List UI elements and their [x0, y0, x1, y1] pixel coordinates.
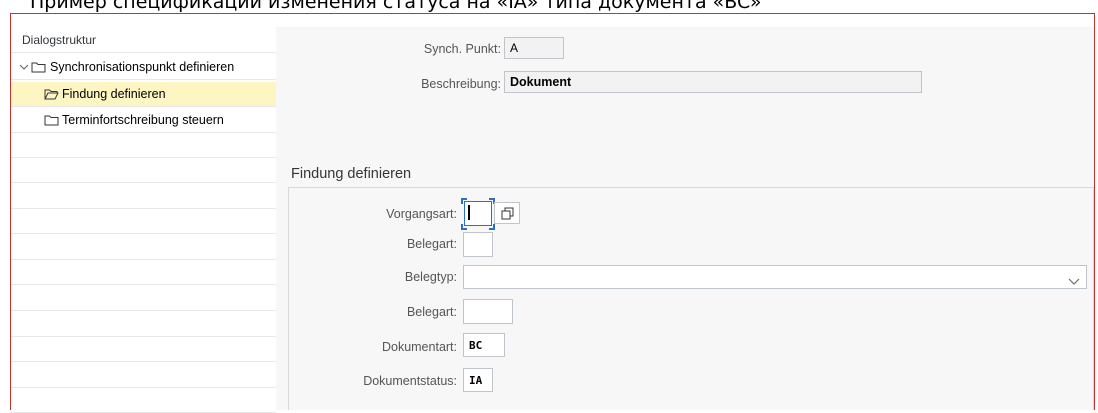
description-label: Beschreibung: [421, 77, 501, 91]
section-title: Findung definieren [291, 166, 412, 182]
dialog-structure-title: Dialogstruktur [22, 33, 97, 47]
tree-empty-row [11, 184, 276, 209]
dialog-structure-panel: Dialogstruktur Synchronisationspunkt def… [11, 27, 277, 413]
tree-empty-row [11, 158, 276, 183]
tree-empty-row [11, 260, 276, 285]
tree-header-divider [11, 52, 276, 53]
sync-point-label: Synch. Punkt: [423, 42, 501, 56]
value-help-button[interactable] [494, 202, 520, 224]
tree-empty-row [11, 337, 276, 362]
folder-open-icon [44, 88, 59, 103]
tree-empty-row [11, 209, 276, 234]
dokumentart-input[interactable]: BC [463, 333, 505, 357]
belegart-input[interactable] [463, 299, 513, 324]
description-field[interactable]: Dokument [504, 71, 922, 93]
belegart-label: Belegart: [406, 305, 457, 319]
folder-icon [31, 61, 46, 76]
tree-item-terminfortschreibung[interactable]: Terminfortschreibung steuern [11, 108, 276, 133]
tree-empty-row [11, 235, 276, 260]
page-caption: Пример спецификации изменения статуса на… [30, 0, 762, 13]
focus-corner [461, 198, 467, 204]
dokumentstatus-label: Dokumentstatus: [363, 374, 457, 388]
focus-corner [489, 224, 495, 230]
vorgangsart-label: Vorgangsart: [386, 207, 457, 221]
tree-item-sync-point[interactable]: Synchronisationspunkt definieren [11, 55, 276, 80]
belegart-input[interactable] [463, 232, 493, 257]
folder-icon [44, 114, 59, 129]
dokumentstatus-input[interactable]: IA [463, 368, 493, 392]
focus-corner [461, 224, 467, 230]
dokumentart-label: Dokumentart: [381, 340, 457, 354]
tree-item-label: Findung definieren [62, 87, 166, 101]
chevron-down-icon[interactable] [19, 61, 29, 75]
chevron-down-icon[interactable] [1068, 273, 1080, 291]
belegart-label: Belegart: [406, 237, 457, 251]
value-help-icon [501, 207, 514, 220]
tree-empty-row [11, 133, 276, 158]
tree-empty-row [11, 286, 276, 311]
belegtyp-label: Belegtyp: [404, 270, 457, 284]
tree-item-label: Synchronisationspunkt definieren [50, 60, 235, 74]
belegtyp-select[interactable] [463, 265, 1087, 289]
sync-point-field[interactable]: A [504, 37, 564, 59]
tree-empty-row [11, 312, 276, 337]
tree-item-label: Terminfortschreibung steuern [62, 113, 224, 127]
tree-empty-row [11, 388, 276, 413]
tree-item-findung[interactable]: Findung definieren [11, 82, 276, 107]
text-cursor [468, 205, 470, 220]
tree-empty-row [11, 363, 276, 388]
